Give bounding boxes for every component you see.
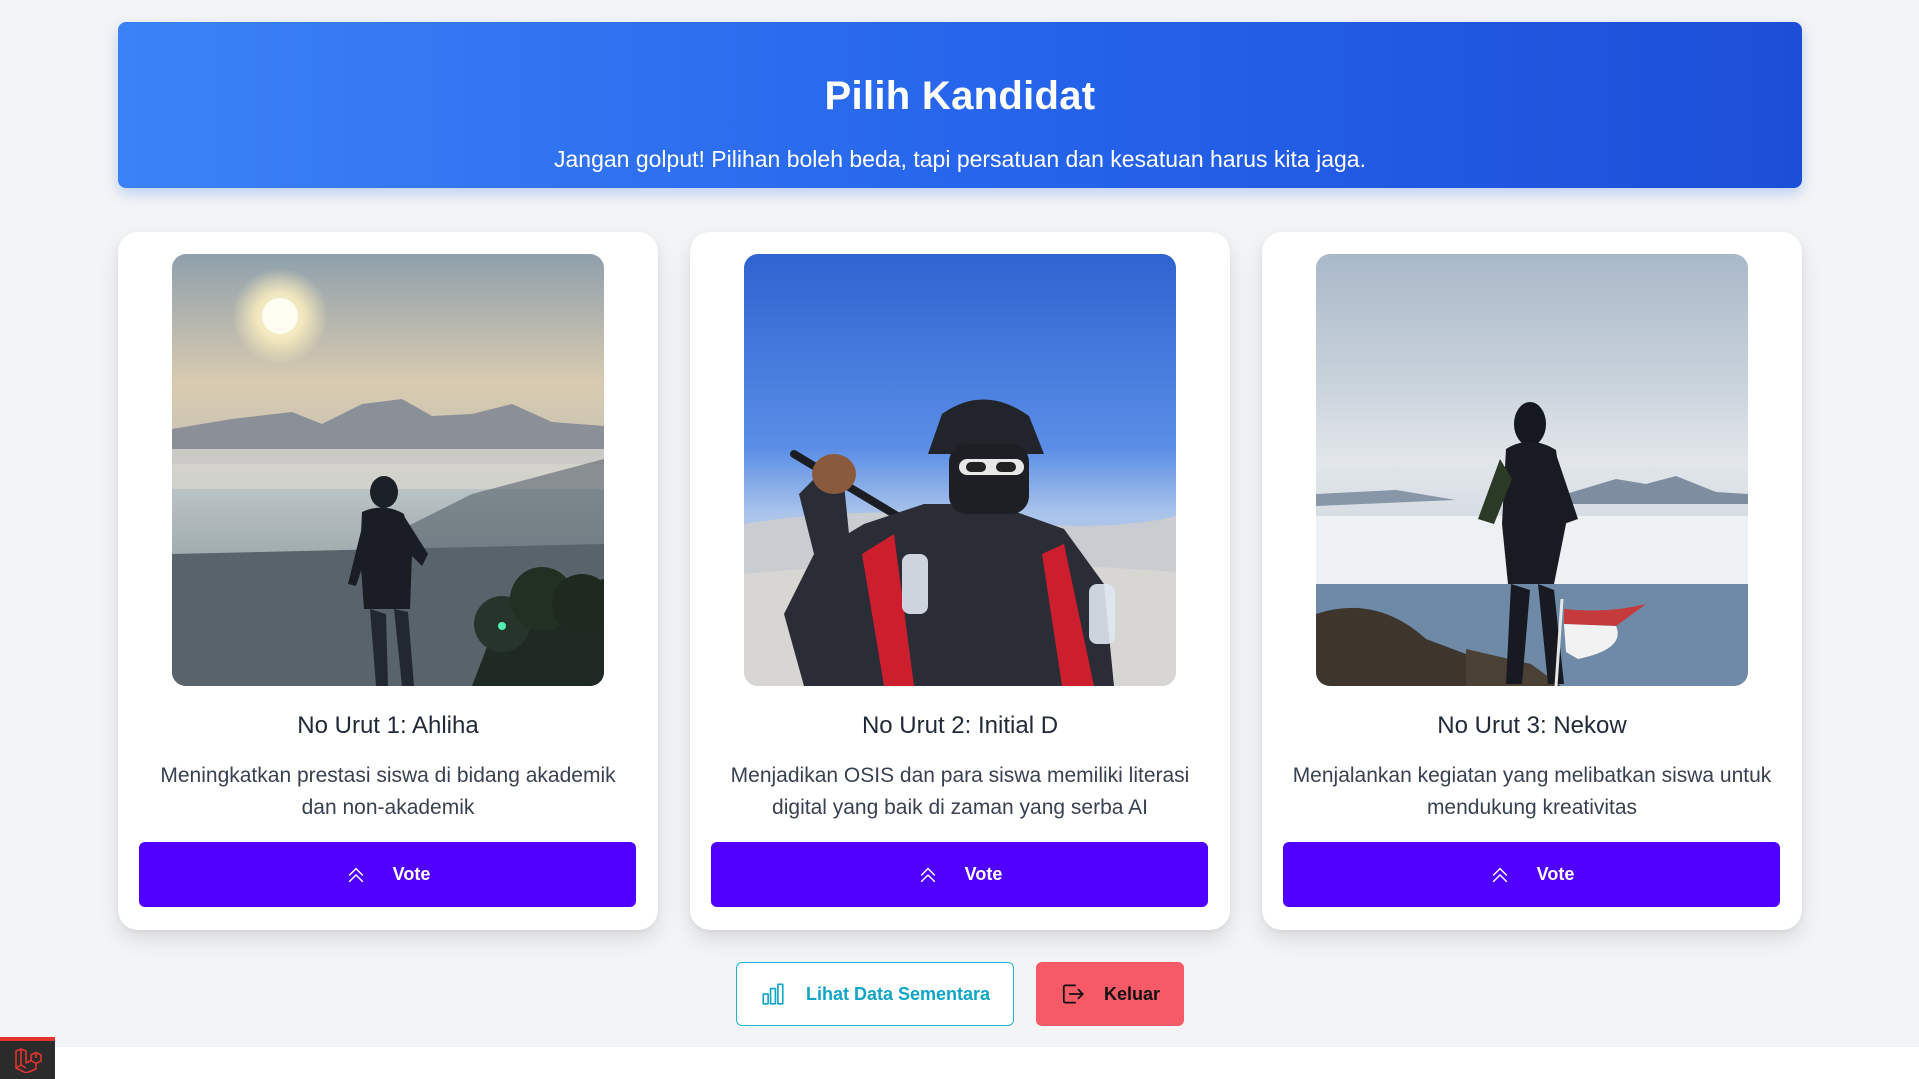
page-subtitle: Jangan golput! Pilihan boleh beda, tapi … [554,146,1366,172]
candidate-photo-1-image [172,254,604,686]
debugbar-toggle[interactable] [0,1037,55,1079]
logout-label: Keluar [1103,983,1161,1004]
candidate-name: No Urut 3: Nekow [1437,712,1627,739]
view-data-button[interactable]: Lihat Data Sementara [736,962,1014,1026]
candidate-photo-3-image [1316,254,1748,686]
candidate-photo-3 [1316,254,1748,686]
candidate-photo-2-image [744,254,1176,686]
vote-button-label: Vote [1536,864,1575,884]
logout-icon [1062,984,1084,1004]
candidate-photo-2 [744,254,1176,686]
chevron-double-up-icon [1492,867,1507,882]
page-title: Pilih Kandidat [824,74,1096,118]
vote-button-1[interactable]: Vote [139,842,636,907]
footer-strip [0,1047,1919,1079]
candidate-list: No Urut 1: Ahliha Meningkatkan prestasi … [118,232,1802,930]
chevron-double-up-icon [348,867,363,882]
candidate-card-2: No Urut 2: Initial D Menjadikan OSIS dan… [690,232,1230,930]
logout-button[interactable]: Keluar [1036,962,1184,1026]
vote-button-label: Vote [392,864,431,884]
page: Pilih Kandidat Jangan golput! Pilihan bo… [0,0,1919,1079]
vote-button-label: Vote [964,864,1003,884]
bar-chart-icon [762,983,784,1005]
candidate-vision: Menjalankan kegiatan yang melibatkan sis… [1292,764,1772,819]
vote-button-3[interactable]: Vote [1283,842,1780,907]
candidate-name: No Urut 2: Initial D [861,712,1059,739]
candidate-vision: Menjadikan OSIS dan para siswa memiliki … [730,764,1190,819]
view-data-label: Lihat Data Sementara [805,983,991,1004]
candidate-photo-1 [172,254,604,686]
chevron-double-up-icon [920,867,935,882]
vote-button-2[interactable]: Vote [711,842,1208,907]
laravel-logo-icon [14,1048,42,1073]
candidate-name: No Urut 1: Ahliha [297,712,479,739]
candidate-card-3: No Urut 3: Nekow Menjalankan kegiatan ya… [1262,232,1802,930]
header-banner: Pilih Kandidat Jangan golput! Pilihan bo… [118,22,1802,188]
candidate-card-1: No Urut 1: Ahliha Meningkatkan prestasi … [118,232,658,930]
candidate-vision: Meningkatkan prestasi siswa di bidang ak… [160,764,616,819]
